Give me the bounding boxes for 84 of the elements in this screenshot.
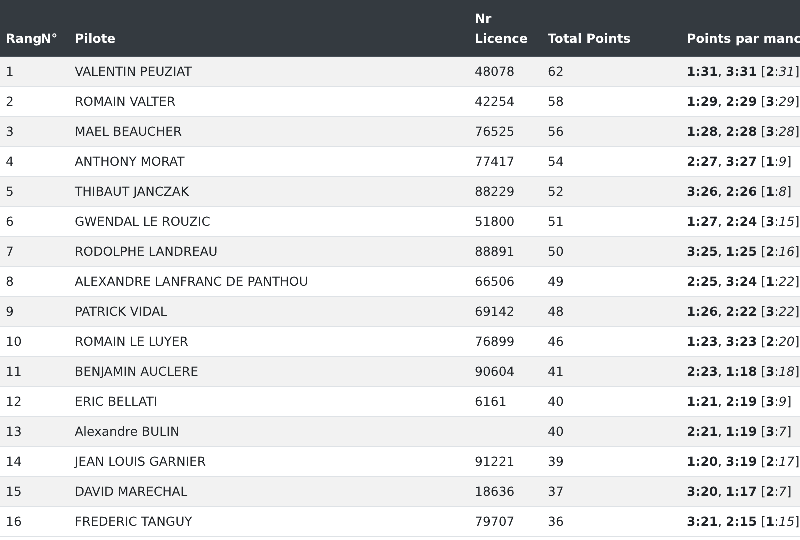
- table-cell-text: 8: [5, 274, 15, 289]
- table-cell-text: 37: [548, 484, 565, 499]
- table-cell-text: 2: [5, 94, 15, 109]
- table-cell-text: 50: [548, 244, 565, 259]
- table-cell-text: 9: [5, 304, 15, 319]
- table-cell-text: 88891: [475, 244, 516, 259]
- table-cell-text: 69142: [475, 304, 516, 319]
- table-cell-text: 77417: [475, 154, 516, 169]
- table-cell-text: ROMAIN LE LUYER: [75, 334, 190, 349]
- table-cell-text: 36: [548, 514, 565, 529]
- table-cell-text: 76899: [475, 334, 516, 349]
- table-cell-text: 40: [548, 394, 565, 409]
- table-cell-text: 1:21, 2:19 [3:9]: [687, 394, 793, 409]
- table-cell: 1:23, 3:23 [2:20]: [687, 334, 800, 349]
- table-cell-text: 3:20, 1:17 [2:7]: [687, 484, 793, 499]
- column-header: Total Points: [548, 30, 632, 48]
- column-header: Nr Licence: [475, 10, 529, 48]
- table-cell-text: BENJAMIN AUCLERE: [75, 364, 200, 379]
- table-cell-text: DAVID MARECHAL: [75, 484, 189, 499]
- table-cell-text: 46: [548, 334, 565, 349]
- table-cell-text: ALEXANDRE LANFRANC DE PANTHOU: [75, 274, 310, 289]
- table-cell-text: 41: [548, 364, 565, 379]
- table-cell-text: 51: [548, 214, 565, 229]
- table-cell-text: 48078: [475, 64, 516, 79]
- table-cell: 1:29, 2:29 [3:29]: [687, 94, 800, 109]
- column-header: N°: [41, 30, 59, 48]
- table-cell-text: 48: [548, 304, 565, 319]
- table-cell-text: 2:27, 3:27 [1:9]: [687, 154, 793, 169]
- table-cell: 3:25, 1:25 [2:16]: [687, 244, 800, 259]
- table-cell-text: 1: [5, 64, 15, 79]
- table-cell-text: 2:21, 1:19 [3:7]: [687, 424, 793, 439]
- table-cell: 1:27, 2:24 [3:15]: [687, 214, 800, 229]
- table-cell-text: 56: [548, 124, 565, 139]
- table-cell-text: 3:26, 2:26 [1:8]: [687, 184, 793, 199]
- table-cell-text: 66506: [475, 274, 516, 289]
- table-cell-text: 10: [5, 334, 23, 349]
- table-cell-text: 51800: [475, 214, 516, 229]
- table-cell-text: 42254: [475, 94, 516, 109]
- table-cell-text: 3: [5, 124, 15, 139]
- table-cell-text: 58: [548, 94, 565, 109]
- table-cell: 3:21, 2:15 [1:15]: [687, 514, 800, 529]
- table-cell-text: 88229: [475, 184, 516, 199]
- table-cell-text: 14: [5, 454, 23, 469]
- table-cell-text: 4: [5, 154, 15, 169]
- table-cell-text: JEAN LOUIS GARNIER: [75, 454, 208, 469]
- table-cell: 1:28, 2:28 [3:28]: [687, 124, 800, 139]
- table-cell-text: 11: [5, 364, 23, 379]
- table-cell-text: FREDERIC TANGUY: [75, 514, 194, 529]
- table-cell-text: RODOLPHE LANDREAU: [75, 244, 219, 259]
- table-cell-text: GWENDAL LE ROUZIC: [75, 214, 212, 229]
- table-cell-text: VALENTIN PEUZIAT: [75, 64, 193, 79]
- table-cell-text: ANTHONY MORAT: [75, 154, 186, 169]
- table-cell: 2:25, 3:24 [1:22]: [687, 274, 800, 289]
- table-cell-text: THIBAUT JANCZAK: [75, 184, 190, 199]
- table-cell-text: 13: [5, 424, 23, 439]
- table-cell-text: 7: [5, 244, 15, 259]
- table-cell-text: 76525: [475, 124, 516, 139]
- table-cell-text: 16: [5, 514, 23, 529]
- table-cell-text: 91221: [475, 454, 516, 469]
- table-cell-text: 79707: [475, 514, 516, 529]
- table-cell-text: ROMAIN VALTER: [75, 94, 177, 109]
- table-cell-text: 52: [548, 184, 565, 199]
- table-cell-text: 6: [5, 214, 15, 229]
- table-cell-text: 12: [5, 394, 23, 409]
- table-cell: 1:31, 3:31 [2:31]: [687, 64, 800, 79]
- table-cell-text: Alexandre BULIN: [75, 424, 181, 439]
- table-cell-text: 5: [5, 184, 15, 199]
- table-cell-text: 62: [548, 64, 565, 79]
- table-cell-text: 90604: [475, 364, 516, 379]
- table-cell: 1:20, 3:19 [2:17]: [687, 454, 800, 469]
- table-cell-text: 18636: [475, 484, 516, 499]
- table-cell-text: PATRICK VIDAL: [75, 304, 168, 319]
- column-header: Rang: [5, 30, 41, 48]
- table-cell-text: 49: [548, 274, 565, 289]
- table-cell-text: 39: [548, 454, 565, 469]
- table-cell: 1:26, 2:22 [3:22]: [687, 304, 800, 319]
- table-cell-text: ERIC BELLATI: [75, 394, 159, 409]
- table-cell-text: 15: [5, 484, 23, 499]
- table-cell-text: 6161: [475, 394, 508, 409]
- table-cell-text: 40: [548, 424, 565, 439]
- column-header: Pilote: [75, 30, 117, 48]
- table-cell-text: 54: [548, 154, 565, 169]
- table-cell: 2:23, 1:18 [3:18]: [687, 364, 800, 379]
- table-cell-text: MAEL BEAUCHER: [75, 124, 184, 139]
